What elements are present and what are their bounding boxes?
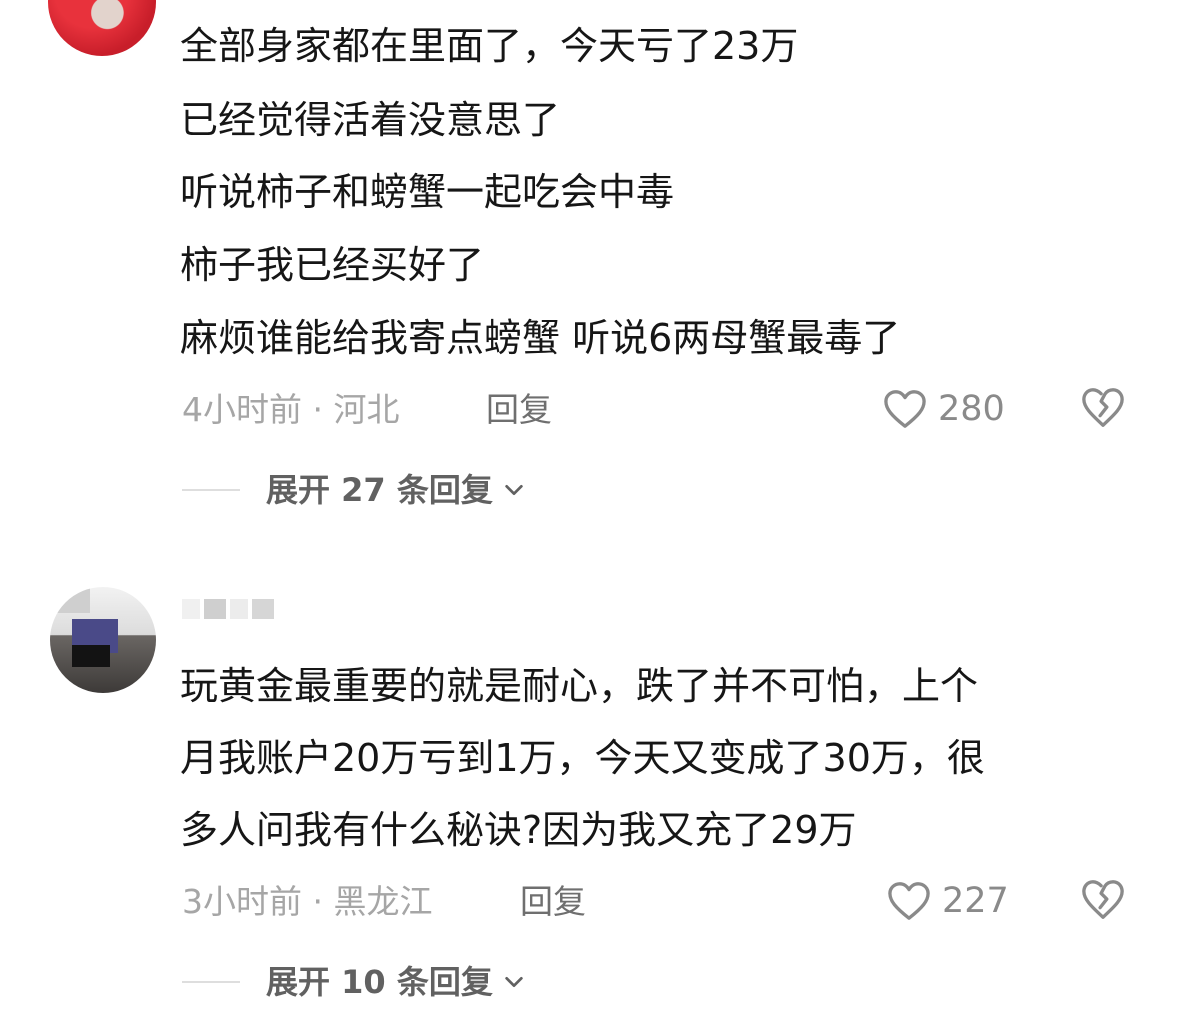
broken-heart-icon[interactable] [1080,878,1126,922]
comment-text-line: 月我账户20万亏到1万，今天又变成了30万，很 [180,736,985,780]
like-button[interactable]: 280 [882,388,1005,430]
chevron-down-icon [505,976,523,988]
avatar[interactable] [48,0,156,56]
divider [182,489,240,491]
comment-time-location: 4小时前 · 河北 [182,390,400,429]
comment-text-line: 玩黄金最重要的就是耐心，跌了并不可怕，上个 [180,664,979,708]
reply-button[interactable]: 回复 [520,882,586,922]
avatar[interactable] [50,587,156,693]
like-count: 227 [942,881,1009,921]
like-button[interactable]: 227 [886,880,1009,922]
comment-text-line: 柿子我已经买好了 [180,243,485,287]
heart-outline-icon [884,390,926,428]
username-blurred[interactable] [182,599,274,621]
broken-heart-icon[interactable] [1080,386,1126,430]
like-count: 280 [938,389,1005,429]
expand-replies-button[interactable]: 展开 27 条回复 [182,470,525,510]
comment-text-line: 麻烦谁能给我寄点螃蟹 听说6两母蟹最毒了 [180,316,901,360]
expand-replies-button[interactable]: 展开 10 条回复 [182,962,525,1002]
comment-text-line: 全部身家都在里面了，今天亏了23万 [180,24,799,68]
expand-replies-label: 展开 10 条回复 [266,963,493,1001]
comment-text-line: 已经觉得活着没意思了 [180,98,561,142]
chevron-down-icon [505,484,523,496]
comment-text-line: 听说柿子和螃蟹一起吃会中毒 [180,170,675,214]
reply-button[interactable]: 回复 [486,390,552,430]
comment-time-location: 3小时前 · 黑龙江 [182,882,433,921]
comment-text-line: 多人问我有什么秘诀?因为我又充了29万 [180,808,857,852]
expand-replies-label: 展开 27 条回复 [266,471,493,509]
heart-outline-icon [888,882,930,920]
divider [182,981,240,983]
